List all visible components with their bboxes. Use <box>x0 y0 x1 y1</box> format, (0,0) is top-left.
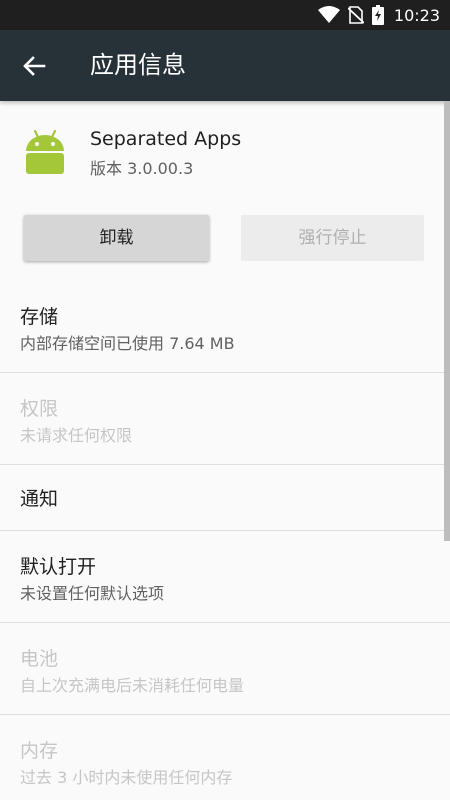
settings-item-permissions: 权限 未请求任何权限 <box>0 373 440 464</box>
settings-item-title: 通知 <box>20 488 59 510</box>
uninstall-button[interactable]: 卸载 <box>24 215 209 261</box>
settings-item-summary: 内部存储空间已使用 7.64 MB <box>20 334 235 353</box>
app-bar: 应用信息 <box>0 30 450 101</box>
settings-item-summary: 未请求任何权限 <box>20 426 133 445</box>
settings-item-summary: 过去 3 小时内未使用任何内存 <box>20 768 233 787</box>
status-bar: 10:23 <box>0 0 450 30</box>
app-version: 版本 3.0.00.3 <box>90 159 194 178</box>
wifi-icon <box>317 6 340 23</box>
back-button[interactable] <box>20 52 48 80</box>
app-header <box>0 101 450 211</box>
settings-item-title: 默认打开 <box>20 556 97 578</box>
settings-item-summary: 未设置任何默认选项 <box>20 584 165 603</box>
settings-item-battery: 电池 自上次充满电后未消耗任何电量 <box>0 623 440 714</box>
settings-item-open-by-default[interactable]: 默认打开 未设置任何默认选项 <box>0 531 440 622</box>
arrow-back-icon[interactable] <box>20 52 48 80</box>
app-name: Separated Apps <box>90 128 242 150</box>
settings-item-memory: 内存 过去 3 小时内未使用任何内存 <box>0 715 440 800</box>
settings-item-notifications[interactable]: 通知 <box>0 465 440 530</box>
settings-item-title: 权限 <box>20 398 59 420</box>
settings-item-summary: 自上次充满电后未消耗任何电量 <box>20 676 245 695</box>
settings-item-title: 电池 <box>20 648 59 670</box>
battery-charging-icon <box>371 5 384 25</box>
status-time: 10:23 <box>393 5 440 25</box>
force-stop-button[interactable]: 强行停止 <box>241 215 424 261</box>
settings-item-storage[interactable]: 存储 内部存储空间已使用 7.64 MB <box>0 288 440 372</box>
no-sim-icon <box>347 6 364 24</box>
settings-item-title: 存储 <box>20 306 59 328</box>
android-icon <box>26 129 64 174</box>
scrollbar[interactable] <box>444 101 450 541</box>
page-title: 应用信息 <box>90 51 186 79</box>
settings-item-title: 内存 <box>20 740 59 762</box>
